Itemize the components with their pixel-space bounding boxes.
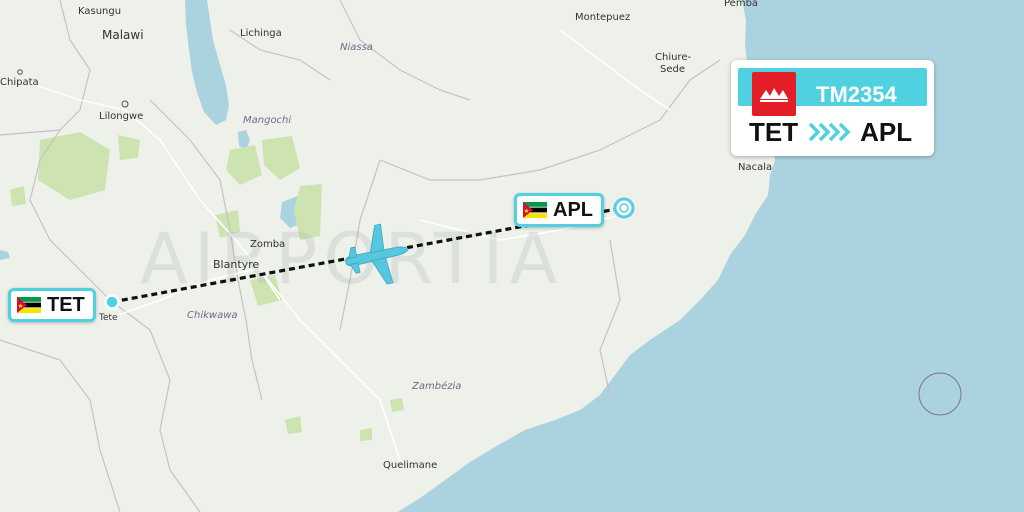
destination-airport-tag[interactable]: APL [514,193,604,227]
country-label: Malawi [102,28,144,42]
city-label: Lichinga [240,28,282,39]
region-label: Zambézia [411,380,461,392]
city-label: Pemba [724,0,758,9]
destination-airport-dot-inner [619,203,629,213]
city-label: Nacala [738,162,772,173]
city-label: Chiure- [655,52,691,63]
mozambique-flag-icon [17,297,41,313]
destination-code: APL [553,198,593,221]
chevron-arrows-icon [808,122,851,142]
region-label: Niassa [340,42,373,53]
city-label: Tete [98,313,118,323]
region-label: Chikwawa [187,310,238,321]
lam-logo-mark [760,88,788,102]
route-from-code: TET [749,116,799,147]
route-summary: TET APL [749,114,912,150]
region-label: Mangochi [243,115,291,126]
flight-header-bar: TM2354 [738,68,927,116]
city-label: Quelimane [383,460,437,471]
city-label: Sede [660,64,685,75]
origin-airport-dot[interactable] [104,294,120,310]
flight-number: TM2354 [816,82,897,107]
city-label: Zomba [250,239,285,250]
city-label: Chipata [0,77,39,88]
city-label: Montepuez [575,12,630,23]
origin-airport-tag[interactable]: TET [8,288,96,322]
origin-code: TET [47,293,85,316]
flight-info-card[interactable]: TM2354 TET APL [731,60,934,156]
city-label: Blantyre [213,258,259,271]
route-to-code: APL [860,116,913,147]
flight-map: AIRPORTIA Kasungu Malawi Lichinga Niassa… [0,0,1024,512]
city-label: Lilongwe [99,111,143,122]
mozambique-flag-icon [523,202,547,218]
airline-logo-icon [752,72,796,116]
city-label: Kasungu [78,6,121,17]
